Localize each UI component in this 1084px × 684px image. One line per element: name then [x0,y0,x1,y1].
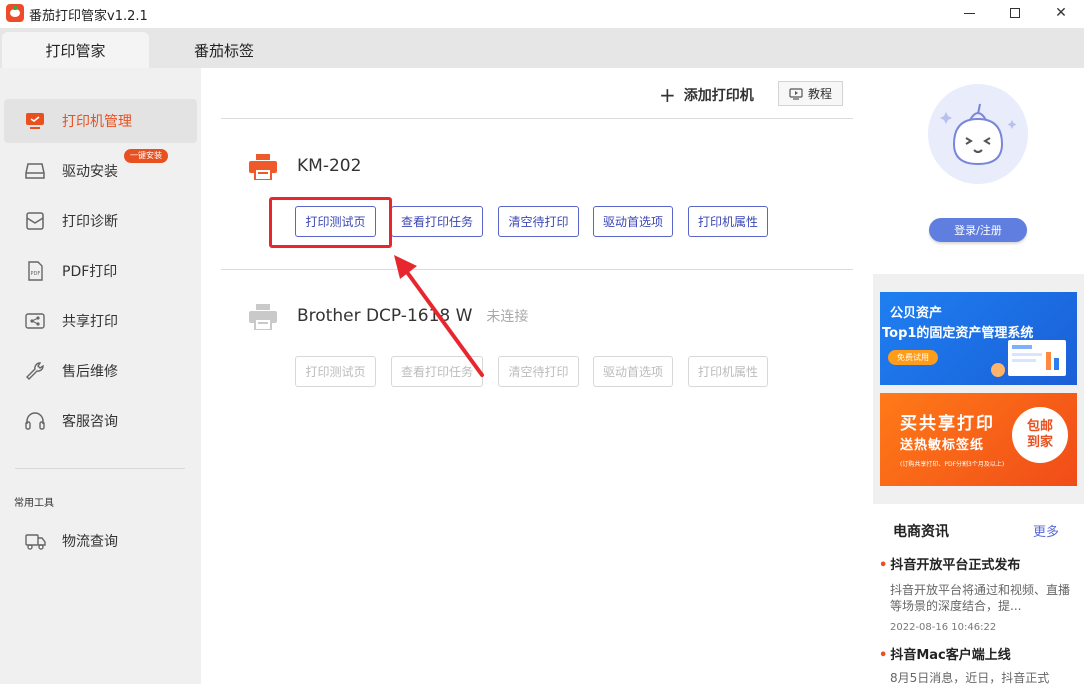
ad-note: (订购共享打印、PDF分割3个月及以上) [900,461,1005,468]
share-icon [25,313,45,329]
close-button[interactable]: ✕ [1046,2,1076,24]
ecommerce-news: 电商资讯 更多 • 抖音开放平台正式发布 抖音开放平台将通过和视频、直播等场景的深… [873,504,1084,684]
ad-title: 买共享打印 [900,414,995,434]
tomato-avatar-icon [928,84,1028,184]
app-title: 番茄打印管家v1.2.1 [29,9,148,24]
news-date: 2022-08-16 10:46:22 [890,622,997,633]
view-print-jobs-button[interactable]: 查看打印任务 [391,356,483,387]
printer-icon [249,304,277,330]
news-headline[interactable]: • 抖音Mac客户端上线 [879,644,1011,663]
sidebar: 打印机管理 驱动安装 一键安装 打印诊断 PDF PDF打印 共享打印 售后维修… [0,68,201,684]
tab-bar: 打印管家 番茄标签 [0,28,1084,68]
ad-title: Top1的固定资产管理系统 [882,326,1034,341]
sidebar-item-after-sales[interactable]: 售后维修 [4,349,197,393]
one-click-badge: 一键安装 [124,149,168,163]
sidebar-item-label: PDF打印 [62,264,118,280]
minimize-button[interactable] [954,2,984,24]
sidebar-item-label: 物流查询 [62,534,118,550]
asset-management-ad[interactable]: 公贝资产 Top1的固定资产管理系统 免费试用 [880,292,1077,385]
printer-icon [249,154,277,180]
free-shipping-badge: 包邮 到家 [1012,407,1068,463]
printer-list-panel: + 添加打印机 教程 KM-202 打印测试页 查看打印任务 清空待打印 驱动首… [201,68,873,684]
truck-icon [25,534,46,550]
plus-icon: + [659,83,676,107]
sidebar-item-pdf-print[interactable]: PDF PDF打印 [4,249,197,293]
printer-properties-button[interactable]: 打印机属性 [688,206,768,237]
shared-print-promo-ad[interactable]: 买共享打印 送热敏标签纸 (订购共享打印、PDF分割3个月及以上) 包邮 到家 [880,393,1077,486]
sidebar-item-share-print[interactable]: 共享打印 [4,299,197,343]
sidebar-divider [15,468,185,469]
tools-section-label: 常用工具 [14,498,54,509]
login-register-button[interactable]: 登录/注册 [929,218,1027,242]
maximize-icon [1010,8,1020,18]
profile-card: 登录/注册 [873,68,1084,274]
drive-icon [25,163,45,179]
ad-brand: 公贝资产 [890,306,943,321]
news-more-link[interactable]: 更多 [1033,521,1059,540]
tutorial-button[interactable]: 教程 [778,81,843,106]
sidebar-item-diagnosis[interactable]: 打印诊断 [4,199,197,243]
maximize-button[interactable] [1000,2,1030,24]
title-bar: 番茄打印管家v1.2.1 ✕ [0,0,1084,28]
driver-preferences-button[interactable]: 驱动首选项 [593,356,673,387]
headset-icon [25,412,45,430]
divider [221,269,853,270]
add-printer-button[interactable]: + 添加打印机 [659,83,754,107]
pdf-icon: PDF [28,261,43,281]
free-trial-button[interactable]: 免费试用 [888,350,938,365]
clear-queue-button[interactable]: 清空待打印 [498,356,579,387]
svg-text:PDF: PDF [31,271,41,277]
news-section-title: 电商资讯 [893,524,949,540]
sidebar-item-label: 共享打印 [62,314,118,330]
driver-preferences-button[interactable]: 驱动首选项 [593,206,673,237]
video-icon [789,87,803,100]
tab-tomato-label[interactable]: 番茄标签 [150,32,298,68]
news-body: 抖音开放平台将通过和视频、直播等场景的深度结合，提... [890,583,1071,613]
sidebar-item-label: 驱动安装 [62,164,118,180]
printer-properties-button[interactable]: 打印机属性 [688,356,768,387]
connection-status: 未连接 [486,309,529,325]
add-printer-label: 添加打印机 [683,88,754,104]
sidebar-item-label: 售后维修 [62,364,118,380]
app-logo-icon [6,4,24,22]
sidebar-item-logistics[interactable]: 物流查询 [4,519,197,563]
sidebar-item-label: 客服咨询 [62,414,118,430]
ad-subtitle: 送热敏标签纸 [900,438,985,453]
clear-queue-button[interactable]: 清空待打印 [498,206,579,237]
news-headline[interactable]: • 抖音开放平台正式发布 [879,554,1020,573]
sidebar-item-label: 打印机管理 [62,114,132,130]
sidebar-item-driver-install[interactable]: 驱动安装 一键安装 [4,149,197,193]
view-print-jobs-button[interactable]: 查看打印任务 [391,206,483,237]
wrench-icon [26,362,44,380]
sidebar-item-label: 打印诊断 [62,214,118,230]
printer-name: KM-202 [297,156,362,176]
dashboard-illustration-icon [991,340,1066,377]
diagnose-icon [26,212,44,230]
printer-name: Brother DCP-1618 W 未连接 [297,306,529,326]
tutorial-label: 教程 [807,87,832,101]
print-test-page-button[interactable]: 打印测试页 [295,356,376,387]
minimize-icon [963,12,975,14]
sidebar-item-printer-management[interactable]: 打印机管理 [4,99,197,143]
divider [221,118,853,119]
print-test-page-button[interactable]: 打印测试页 [295,206,376,237]
news-body: 8月5日消息，近日，抖音正式 [890,671,1050,684]
sidebar-item-customer-service[interactable]: 客服咨询 [4,399,197,443]
right-panel: 登录/注册 公贝资产 Top1的固定资产管理系统 免费试用 买共享打印 送热敏标… [873,68,1084,684]
monitor-icon [26,113,44,129]
tab-print-manager[interactable]: 打印管家 [2,32,149,68]
